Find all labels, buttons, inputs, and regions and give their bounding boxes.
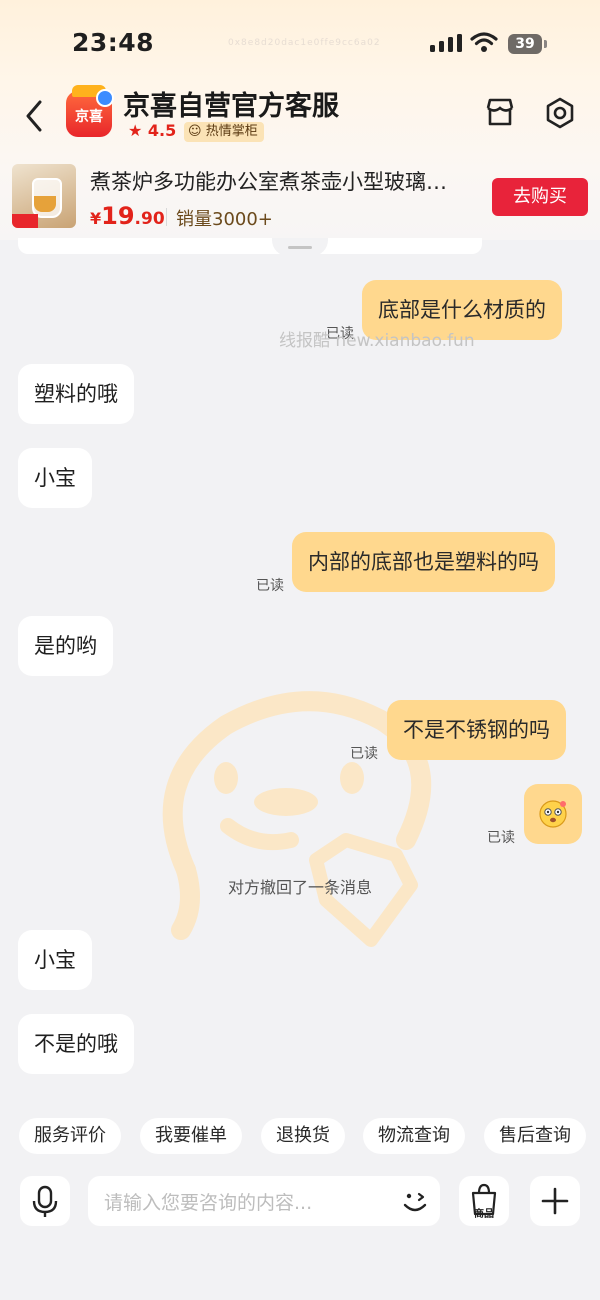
price-symbol: ¥ bbox=[90, 209, 102, 228]
status-bar: 23:48 0x8e8d20dac1e0ffe9cc6a02 39 bbox=[0, 0, 600, 88]
tea-shape bbox=[34, 196, 56, 212]
voice-button[interactable] bbox=[20, 1176, 70, 1226]
surprised-emoji-icon bbox=[539, 800, 567, 828]
message-bubble-sent[interactable]: 内部的底部也是塑料的吗 bbox=[292, 532, 555, 592]
price-divider bbox=[166, 208, 167, 226]
chip-logistics[interactable]: 物流查询 bbox=[363, 1118, 465, 1154]
rating-value: 4.5 bbox=[147, 121, 177, 140]
microphone-icon bbox=[32, 1185, 58, 1217]
goods-label: 商品 bbox=[474, 1209, 494, 1220]
chip-return-exchange[interactable]: 退换货 bbox=[261, 1118, 345, 1154]
avatar-label: 京喜 bbox=[75, 109, 103, 125]
product-card[interactable]: 煮茶炉多功能办公室煮茶壶小型玻璃… ¥19.90 销量3000+ 去购买 bbox=[0, 158, 600, 238]
buy-button[interactable]: 去购买 bbox=[492, 178, 588, 216]
plus-icon bbox=[541, 1187, 569, 1215]
price-integer: 19 bbox=[101, 202, 135, 230]
battery-indicator: 39 bbox=[508, 34, 542, 54]
collapsed-card-edge bbox=[18, 238, 482, 254]
message-bubble-received[interactable]: 塑料的哦 bbox=[18, 364, 134, 424]
back-icon[interactable] bbox=[20, 98, 50, 134]
watermark-text: 线报酷 new.xianbao.fun bbox=[279, 331, 475, 351]
quick-actions-bar: 服务评价 我要催单 退换货 物流查询 售后查询 bbox=[0, 1118, 600, 1156]
shop-rating: ★ 4.5 bbox=[128, 121, 176, 140]
message-bubble-received[interactable]: 不是的哦 bbox=[18, 1014, 134, 1074]
wifi-icon bbox=[470, 32, 498, 52]
message-bubble-sent[interactable]: 不是不锈钢的吗 bbox=[387, 700, 566, 760]
more-button[interactable] bbox=[530, 1176, 580, 1226]
star-icon: ★ bbox=[128, 121, 143, 140]
price-decimal: .90 bbox=[134, 209, 165, 229]
battery-tip bbox=[544, 40, 547, 48]
signal-icon bbox=[430, 34, 462, 52]
settings-icon[interactable] bbox=[543, 96, 577, 130]
goods-button[interactable]: 商品 bbox=[459, 1176, 509, 1226]
shop-name[interactable]: 京喜自营官方客服 bbox=[123, 84, 339, 123]
status-time: 23:48 bbox=[72, 28, 155, 57]
input-bar: 请输入您要咨询的内容... 商品 bbox=[0, 1176, 600, 1228]
product-sales: 销量3000+ bbox=[176, 209, 273, 230]
overlay-code: 0x8e8d20dac1e0ffe9cc6a02 bbox=[228, 38, 381, 48]
chip-after-sales[interactable]: 售后查询 bbox=[484, 1118, 586, 1154]
badge-label: 热情掌柜 bbox=[205, 124, 258, 139]
chip-urge-order[interactable]: 我要催单 bbox=[140, 1118, 242, 1154]
message-bubble-received[interactable]: 是的哟 bbox=[18, 616, 113, 676]
store-icon[interactable] bbox=[484, 96, 516, 128]
message-input[interactable]: 请输入您要咨询的内容... bbox=[88, 1176, 440, 1226]
chat-header: 京喜 京喜自营官方客服 ★ 4.5 ☺ 热情掌柜 bbox=[0, 84, 600, 148]
message-bubble-received[interactable]: 小宝 bbox=[18, 448, 92, 508]
recall-notice: 对方撤回了一条消息 bbox=[227, 878, 372, 897]
read-receipt: 已读 bbox=[487, 830, 515, 846]
message-bubble-emoji[interactable] bbox=[524, 784, 582, 844]
product-title[interactable]: 煮茶炉多功能办公室煮茶壶小型玻璃… bbox=[90, 166, 447, 196]
shop-badge: ☺ 热情掌柜 bbox=[184, 122, 264, 142]
shop-avatar[interactable]: 京喜 bbox=[66, 85, 114, 137]
product-price: ¥19.90 bbox=[90, 202, 165, 230]
emoji-icon[interactable] bbox=[398, 1184, 432, 1218]
message-bubble-received[interactable]: 小宝 bbox=[18, 930, 92, 990]
smile-badge-icon: ☺ bbox=[188, 124, 202, 139]
product-image-tag bbox=[12, 214, 38, 228]
input-placeholder: 请输入您要咨询的内容... bbox=[104, 1192, 313, 1214]
product-image[interactable] bbox=[12, 164, 76, 228]
chip-service-rating[interactable]: 服务评价 bbox=[19, 1118, 121, 1154]
verified-icon bbox=[96, 89, 114, 107]
collapse-handle[interactable] bbox=[272, 238, 328, 256]
read-receipt: 已读 bbox=[350, 746, 378, 762]
read-receipt: 已读 bbox=[256, 578, 284, 594]
